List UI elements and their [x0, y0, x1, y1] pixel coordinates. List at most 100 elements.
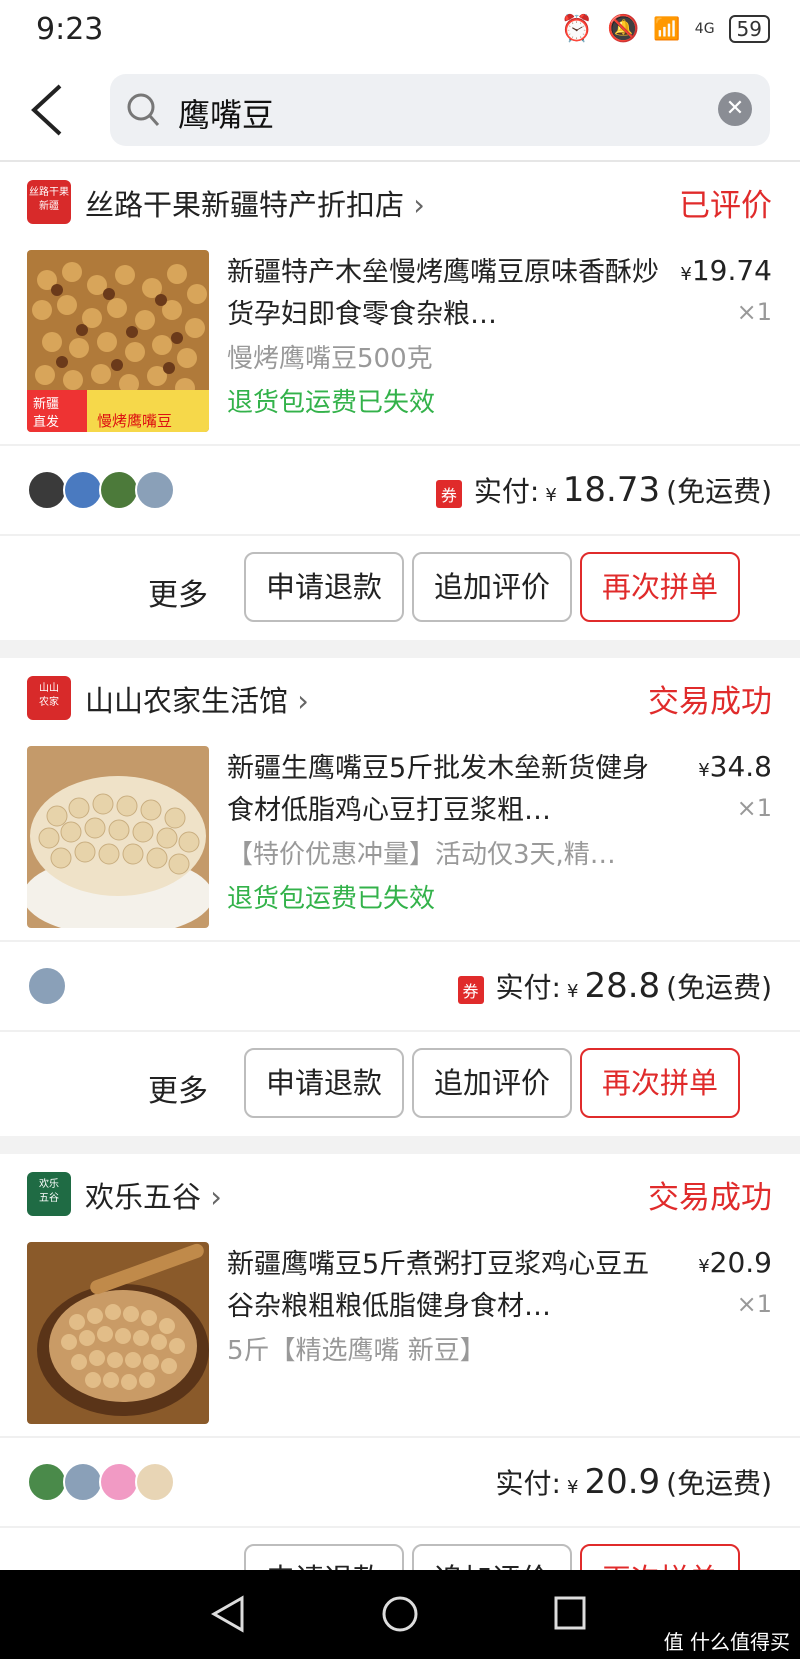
shop-row[interactable]: 欢乐 五谷 欢乐五谷 › 交易成功: [0, 1154, 800, 1238]
avatar: [27, 966, 67, 1006]
paid-amount: 实付: ¥20.9 (免运费): [495, 1462, 772, 1502]
watermark: 值 什么值得买: [663, 1630, 790, 1654]
shop-logo: 山山 农家: [27, 676, 71, 720]
add-review-button[interactable]: 追加评价: [412, 1048, 572, 1118]
order-card: 山山 农家 山山农家生活馆 › 交易成功 新疆生鹰嘴豆5斤批发木垒新货健身食材低脂…: [0, 658, 800, 1136]
battery-icon: 59: [728, 15, 770, 43]
shop-name[interactable]: 欢乐五谷 ›: [85, 1174, 222, 1216]
search-input[interactable]: 鹰嘴豆 ✕: [110, 74, 770, 146]
header: 鹰嘴豆 ✕: [0, 60, 800, 162]
order-card: 丝路干果 新疆 丝路干果新疆特产折扣店 › 已评价 新疆 直发 慢烤鹰嘴豆 新疆…: [0, 162, 800, 640]
shop-name[interactable]: 丝路干果新疆特产折扣店 ›: [85, 182, 425, 224]
shipping-note: (免运费): [666, 1467, 772, 1500]
reorder-button[interactable]: 再次拼单: [580, 1048, 740, 1118]
shop-logo: 欢乐 五谷: [27, 1172, 71, 1216]
avatar: [99, 1462, 139, 1502]
alarm-icon: ⏰: [560, 14, 593, 44]
coupon-badge: 券: [435, 480, 462, 508]
pay-amount: 20.9: [584, 1462, 661, 1502]
avatar: [63, 470, 103, 510]
shop-name-text: 丝路干果新疆特产折扣店: [85, 188, 405, 222]
product-price: ¥34.8: [698, 750, 772, 783]
product-title: 新疆生鹰嘴豆5斤批发木垒新货健身食材低脂鸡心豆打豆浆粗…: [227, 753, 650, 826]
product-item[interactable]: 新疆 直发 慢烤鹰嘴豆 新疆特产木垒慢烤鹰嘴豆原味香酥炒货孕妇即食零食杂粮… 慢…: [0, 246, 800, 444]
svg-text:直发: 直发: [33, 414, 59, 430]
shop-logo: 丝路干果 新疆: [27, 180, 71, 224]
avatar: [99, 470, 139, 510]
system-nav-bar: 值 什么值得买: [0, 1570, 800, 1659]
refund-button[interactable]: 申请退款: [244, 1048, 404, 1118]
status-bar: 9:23 ⏰ 🔕 📶 4G 59: [0, 0, 800, 60]
order-card: 欢乐 五谷 欢乐五谷 › 交易成功 新疆鹰嘴豆5斤煮粥打豆浆鸡心豆五谷杂粮粗粮低…: [0, 1154, 800, 1570]
shipping-note: (免运费): [666, 971, 772, 1004]
return-note: 退货包运费已失效: [227, 388, 436, 418]
product-spec: 慢烤鹰嘴豆500克: [227, 344, 433, 374]
product-image: [27, 1242, 209, 1424]
clear-icon[interactable]: ✕: [718, 92, 752, 126]
price-value: 34.8: [709, 750, 772, 783]
pay-amount: 28.8: [584, 966, 661, 1006]
product-spec: 5斤【精选鹰嘴 新豆】: [227, 1336, 486, 1366]
svg-text:新疆: 新疆: [33, 396, 59, 412]
avatar: [63, 1462, 103, 1502]
nav-back-icon[interactable]: [210, 1594, 246, 1634]
order-actions: 更多 申请退款 追加评价 再次拼单: [0, 1032, 800, 1136]
avatar: [135, 470, 175, 510]
return-note: 退货包运费已失效: [227, 884, 436, 914]
pay-row: 券 实付: ¥18.73 (免运费): [0, 446, 800, 534]
mute-icon: 🔕: [607, 14, 640, 44]
chevron-right-icon: ›: [210, 1180, 222, 1214]
reorder-button[interactable]: 再次拼单: [580, 1544, 740, 1570]
shop-name-text: 山山农家生活馆: [85, 684, 289, 718]
refund-button[interactable]: 申请退款: [244, 552, 404, 622]
shop-name[interactable]: 山山农家生活馆 ›: [85, 678, 309, 720]
paid-amount: 券 实付: ¥28.8 (免运费): [457, 966, 772, 1006]
chevron-right-icon: ›: [413, 188, 425, 222]
search-query: 鹰嘴豆: [178, 96, 275, 134]
back-arrow-icon[interactable]: [28, 82, 68, 138]
more-button[interactable]: 更多: [148, 1562, 208, 1570]
order-status: 交易成功: [648, 1180, 772, 1216]
coupon-badge: 券: [457, 976, 484, 1004]
price-value: 20.9: [709, 1246, 772, 1279]
product-qty: ×1: [736, 298, 772, 326]
more-button[interactable]: 更多: [148, 1066, 208, 1110]
pay-label: 实付:: [495, 971, 561, 1004]
status-time: 9:23: [36, 12, 104, 47]
product-item[interactable]: 新疆鹰嘴豆5斤煮粥打豆浆鸡心豆五谷杂粮粗粮低脂健身食材… 5斤【精选鹰嘴 新豆】…: [0, 1238, 800, 1436]
nav-recents-icon[interactable]: [552, 1594, 588, 1634]
order-status: 已评价: [679, 188, 772, 224]
pay-amount: 18.73: [562, 470, 661, 510]
pay-row: 券 实付: ¥28.8 (免运费): [0, 942, 800, 1030]
add-review-button[interactable]: 追加评价: [412, 552, 572, 622]
add-review-button[interactable]: 追加评价: [412, 1544, 572, 1570]
avatar-group: [27, 1462, 175, 1502]
refund-button[interactable]: 申请退款: [244, 1544, 404, 1570]
search-icon: [127, 93, 160, 126]
reorder-button[interactable]: 再次拼单: [580, 552, 740, 622]
order-actions: 更多 申请退款 追加评价 再次拼单: [0, 1528, 800, 1570]
avatar-group: [27, 966, 67, 1006]
more-button[interactable]: 更多: [148, 570, 208, 614]
product-title: 新疆特产木垒慢烤鹰嘴豆原味香酥炒货孕妇即食零食杂粮…: [227, 257, 659, 330]
product-price: ¥19.74: [680, 254, 772, 287]
order-actions: 更多 申请退款 追加评价 再次拼单: [0, 536, 800, 640]
pay-label: 实付:: [495, 1467, 561, 1500]
chevron-right-icon: ›: [297, 684, 309, 718]
shop-row[interactable]: 山山 农家 山山农家生活馆 › 交易成功: [0, 658, 800, 742]
svg-text:慢烤鹰嘴豆: 慢烤鹰嘴豆: [97, 412, 172, 430]
avatar-group: [27, 470, 175, 510]
product-qty: ×1: [736, 1290, 772, 1318]
shop-row[interactable]: 丝路干果 新疆 丝路干果新疆特产折扣店 › 已评价: [0, 162, 800, 246]
product-image: 新疆 直发 慢烤鹰嘴豆: [27, 250, 209, 432]
product-title: 新疆鹰嘴豆5斤煮粥打豆浆鸡心豆五谷杂粮粗粮低脂健身食材…: [227, 1249, 650, 1322]
price-value: 19.74: [691, 254, 772, 287]
avatar: [27, 470, 67, 510]
product-qty: ×1: [736, 794, 772, 822]
product-item[interactable]: 新疆生鹰嘴豆5斤批发木垒新货健身食材低脂鸡心豆打豆浆粗… 【特价优惠冲量】活动仅…: [0, 742, 800, 940]
network-type: 4G: [694, 21, 715, 37]
shipping-note: (免运费): [666, 475, 772, 508]
product-price: ¥20.9: [698, 1246, 772, 1279]
avatar: [135, 1462, 175, 1502]
nav-home-icon[interactable]: [380, 1594, 420, 1634]
